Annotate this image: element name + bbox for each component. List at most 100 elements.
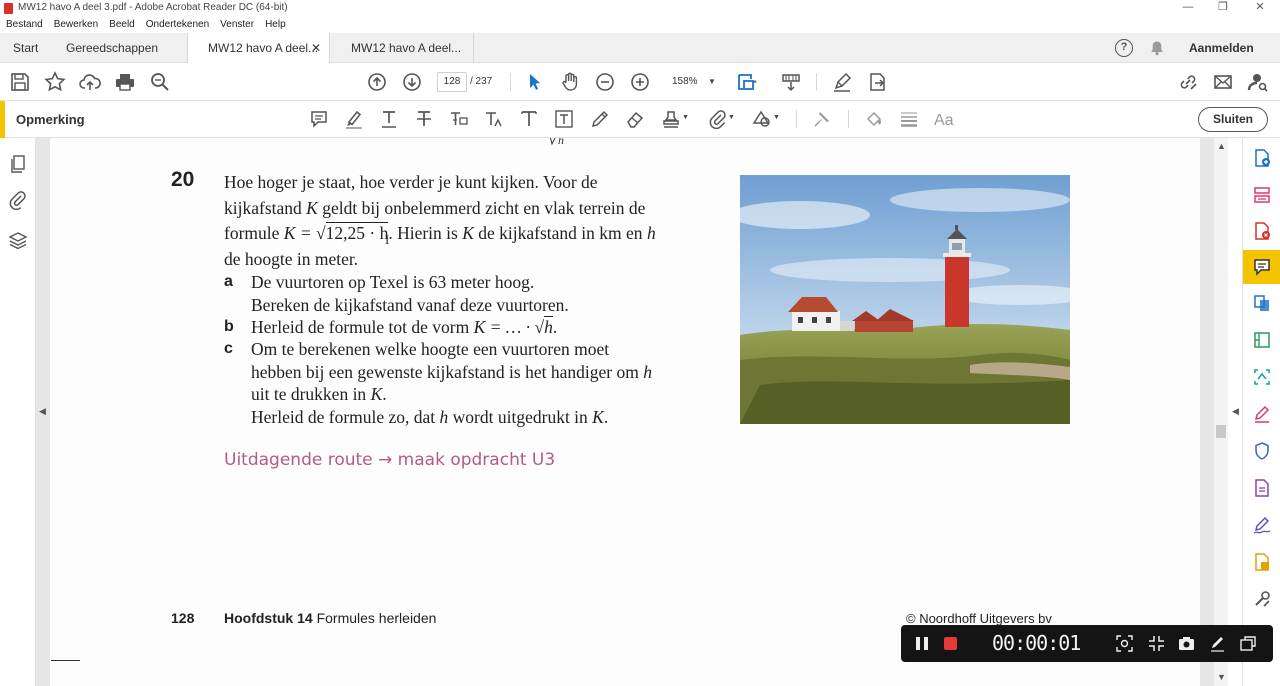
insert-text-icon[interactable]	[484, 109, 504, 129]
prepare-form-icon[interactable]	[1252, 478, 1272, 498]
attach-file-icon[interactable]: ▼	[707, 109, 735, 130]
comment-tool-icon-selected[interactable]	[1243, 250, 1280, 284]
scroll-up-arrow[interactable]: ▲	[1217, 141, 1226, 151]
text-box-icon[interactable]	[554, 109, 574, 129]
highlighter-icon[interactable]	[344, 109, 364, 129]
collapse-left-pane-arrow[interactable]: ◀	[39, 406, 46, 417]
protect-shield-icon[interactable]	[1252, 441, 1272, 461]
close-comment-toolbar-button[interactable]: Sluiten	[1198, 107, 1268, 132]
part-c-text: hebben bij een gewenste kijkafstand is h…	[251, 361, 644, 382]
question-intro: Hoe hoger je staat, hoe verder je kunt k…	[224, 170, 729, 272]
fill-sign-icon[interactable]	[1252, 404, 1272, 424]
menu-window[interactable]: Venster	[220, 17, 254, 33]
stop-recording-icon[interactable]	[944, 637, 957, 650]
pause-icon[interactable]	[916, 637, 928, 650]
zoom-in-icon[interactable]	[629, 71, 651, 93]
tab-document-other[interactable]: MW12 havo A deel...	[331, 33, 474, 63]
upload-cloud-icon[interactable]	[79, 71, 101, 93]
zoom-level-dropdown[interactable]: 158% ▼	[664, 72, 720, 92]
pdf-page: h 20 Hoe hoger je staat, hoe verder je k…	[50, 138, 1214, 686]
formula-radicand: 12,25 · h	[325, 222, 389, 243]
tab-home[interactable]: Start	[13, 33, 38, 63]
link-share-icon[interactable]	[1177, 71, 1199, 93]
question-part-c: c Om te berekenen welke hoogte een vuurt…	[224, 338, 731, 428]
part-b-text: .	[552, 317, 558, 337]
font-properties-icon[interactable]: Aa	[934, 109, 954, 129]
page-thumbnails-icon[interactable]	[8, 154, 28, 174]
part-c-text: Herleid de formule zo, dat	[251, 406, 440, 427]
tab-document-active[interactable]: MW12 havo A deel... ✕	[187, 33, 330, 64]
menu-file[interactable]: Bestand	[6, 17, 43, 33]
underline-text-icon[interactable]	[379, 109, 399, 129]
sticky-note-icon[interactable]	[309, 109, 329, 129]
add-text-icon[interactable]	[519, 109, 539, 129]
challenge-route-link[interactable]: Uitdagende route → maak opdracht U3	[224, 450, 555, 470]
help-icon[interactable]: ?	[1115, 39, 1133, 57]
annotate-pen-icon[interactable]	[1209, 635, 1226, 652]
sign-in-link[interactable]: Aanmelden	[1189, 33, 1254, 63]
tab-document-active-label: MW12 havo A deel...	[208, 41, 319, 55]
email-icon[interactable]	[1212, 71, 1234, 93]
page-number-input[interactable]: 128	[437, 72, 467, 92]
fill-color-icon[interactable]	[864, 109, 884, 129]
tab-close-icon[interactable]: ✕	[311, 33, 321, 63]
menu-sign[interactable]: Ondertekenen	[146, 17, 209, 33]
attachments-paperclip-icon[interactable]	[8, 191, 28, 211]
menu-view[interactable]: Beeld	[109, 17, 135, 33]
export-pdf-icon[interactable]	[1252, 221, 1272, 241]
eraser-icon[interactable]	[625, 109, 645, 129]
document-viewport[interactable]: ◀ h 20 Hoe hoger je staat, hoe verder je…	[36, 138, 1214, 686]
close-window-button[interactable]: ✕	[1242, 0, 1278, 17]
scrollbar-thumb[interactable]	[1216, 425, 1226, 438]
part-a-line-1: De vuurtoren op Texel is 63 meter hoog.	[251, 272, 535, 292]
pencil-draw-icon[interactable]	[590, 109, 610, 129]
combine-files-icon[interactable]	[1252, 293, 1272, 313]
restore-button[interactable]: ❐	[1205, 0, 1241, 17]
save-icon[interactable]	[9, 71, 31, 93]
intro-text: de kijkafstand in km en	[473, 223, 647, 243]
zoom-out-icon[interactable]	[594, 71, 616, 93]
zoom-search-icon[interactable]	[149, 71, 171, 93]
print-icon[interactable]	[114, 71, 136, 93]
send-for-review-icon[interactable]	[1252, 552, 1272, 572]
edit-pdf-icon[interactable]	[1252, 330, 1272, 350]
scroll-down-arrow[interactable]: ▼	[1217, 672, 1226, 682]
next-page-icon[interactable]	[401, 71, 423, 93]
intro-line-4: de hoogte in meter.	[224, 248, 359, 269]
camera-icon[interactable]	[1178, 635, 1195, 652]
hand-tool-icon[interactable]	[559, 71, 581, 93]
bookmark-star-icon[interactable]	[44, 71, 66, 93]
pdf-app-icon	[4, 3, 13, 14]
scan-ocr-icon[interactable]	[1252, 367, 1272, 387]
previous-page-icon[interactable]	[366, 71, 388, 93]
bell-icon[interactable]	[1149, 40, 1165, 56]
replace-text-icon[interactable]	[449, 109, 469, 129]
variable-h: h	[646, 223, 656, 243]
tab-tools[interactable]: Gereedschappen	[66, 33, 158, 63]
share-send-icon[interactable]	[867, 71, 889, 93]
vertical-scrollbar[interactable]: ▲ ▼	[1214, 138, 1228, 686]
line-weight-icon[interactable]	[899, 109, 919, 129]
stamp-icon[interactable]: ▼	[661, 109, 689, 129]
create-pdf-icon[interactable]	[1252, 148, 1272, 168]
capture-region-icon[interactable]	[1116, 635, 1133, 652]
minimize-recorder-icon[interactable]	[1240, 635, 1257, 652]
request-signature-icon[interactable]	[1252, 515, 1272, 535]
expand-right-pane-arrow[interactable]: ◀	[1232, 406, 1239, 417]
select-cursor-icon[interactable]	[524, 71, 546, 93]
menu-edit[interactable]: Bewerken	[54, 17, 98, 33]
variable-h: h	[643, 361, 652, 382]
shapes-icon[interactable]: ▼	[752, 109, 780, 129]
layers-icon[interactable]	[8, 230, 28, 250]
strikethrough-text-icon[interactable]	[414, 109, 434, 129]
fullscreen-collapse-icon[interactable]	[1148, 635, 1165, 652]
more-tools-icon[interactable]	[1252, 589, 1272, 609]
menu-help[interactable]: Help	[265, 17, 286, 33]
fit-page-icon[interactable]	[736, 71, 758, 93]
minimize-button[interactable]: —	[1170, 0, 1206, 17]
pin-icon[interactable]	[812, 109, 832, 129]
user-search-icon[interactable]	[1247, 71, 1269, 93]
sign-pen-icon[interactable]	[831, 71, 853, 93]
scroll-mode-icon[interactable]	[780, 71, 802, 93]
organize-pages-icon[interactable]	[1252, 185, 1272, 205]
